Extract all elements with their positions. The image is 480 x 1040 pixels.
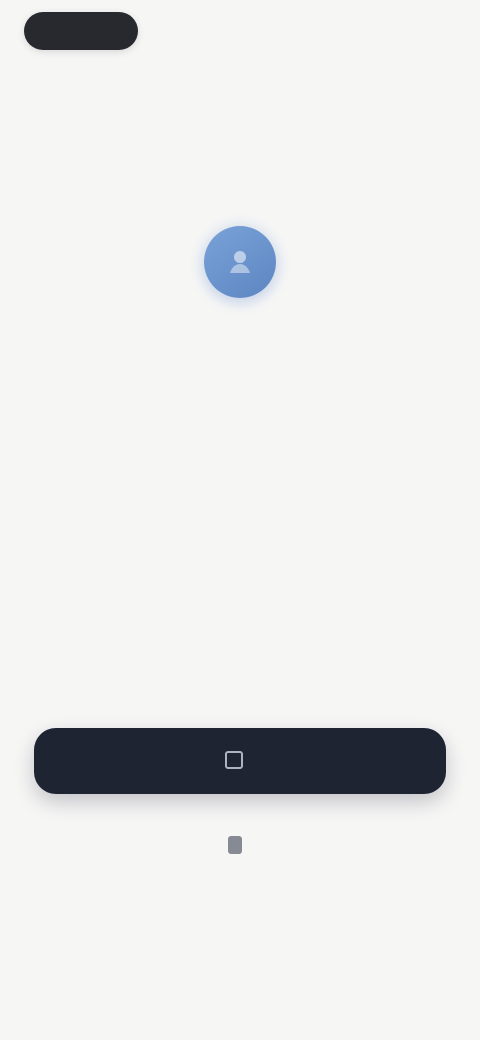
footer-text: [92, 956, 388, 978]
button-icon: [225, 751, 243, 769]
phone-icon: [228, 836, 242, 854]
footer-title: [180, 924, 300, 948]
app-screen: [0, 0, 480, 1040]
hero-icon-glow: [190, 212, 290, 312]
top-right-status: [356, 18, 456, 44]
user-icon: [204, 226, 276, 298]
primary-action-button[interactable]: [34, 728, 446, 794]
secondary-action-link[interactable]: [144, 830, 336, 864]
user-icon-glyph: [230, 251, 250, 273]
top-bar: [0, 0, 480, 70]
status-pill[interactable]: [24, 12, 138, 50]
